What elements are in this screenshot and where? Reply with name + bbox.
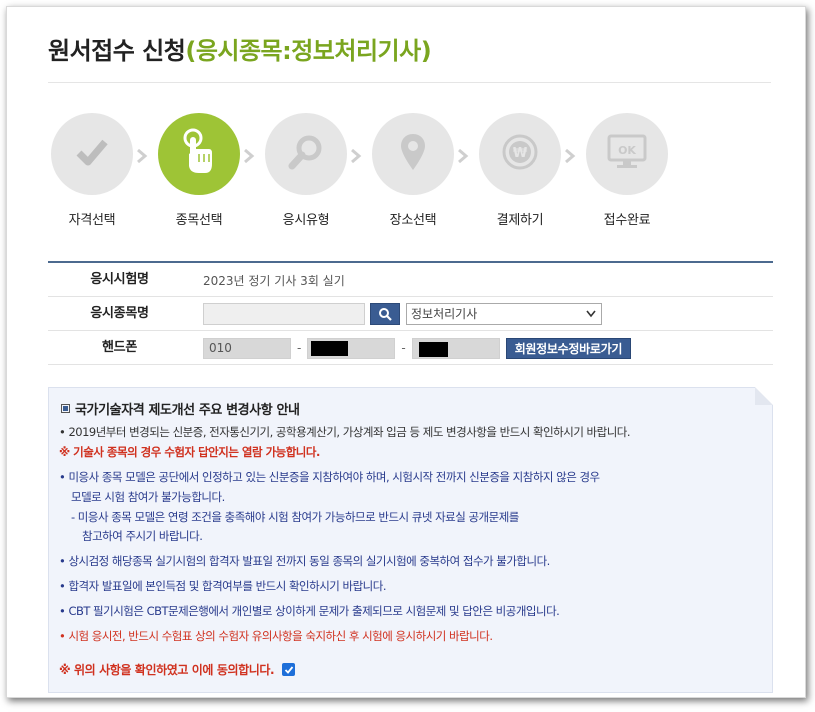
step-label: 자격선택 [68, 213, 116, 228]
step-location: 장소선택 [368, 113, 458, 233]
edit-member-info-button[interactable]: 회원정보수정바로가기 [505, 337, 632, 359]
page-title-main: 원서접수 신청 [48, 37, 186, 65]
form-row-phone: 핸드폰 010 - - 회원정보수정바로가기 [48, 331, 773, 365]
subject-label: 응시종목명 [90, 306, 149, 321]
subject-search-input[interactable] [203, 303, 365, 325]
application-window: 원서접수 신청(응시종목:정보처리기사) 자격선택 종목선택 응시유형 장소선택… [6, 6, 806, 698]
notice-line: • CBT 필기시험은 CBT문제은행에서 개인별로 상이하게 문제가 출제되므… [59, 604, 560, 618]
subject-select[interactable]: 정보처리기사 [406, 303, 602, 325]
subject-search-button[interactable] [370, 303, 400, 325]
step-label: 접수완료 [603, 213, 651, 228]
check-icon [74, 134, 110, 174]
notice-box: 국가기술자격 제도개선 주요 변경사항 안내 • 2019년부터 변경되는 신분… [48, 387, 773, 693]
application-form: 응시시험명 2023년 정기 기사 3회 실기 응시종목명 정보처리기사 핸드폰… [48, 261, 773, 365]
step-complete: OK 접수완료 [582, 113, 672, 233]
exam-name-label: 응시시험명 [90, 272, 149, 287]
chevron-right-icon [458, 149, 469, 163]
step-circle [372, 113, 454, 195]
chevron-right-icon [137, 149, 148, 163]
monitor-ok-icon: OK [605, 133, 649, 175]
step-circle: ₩ [479, 113, 561, 195]
phone-separator: - [401, 341, 406, 355]
phone-separator: - [297, 341, 302, 355]
svg-text:₩: ₩ [513, 146, 528, 161]
page-fold-corner [755, 387, 773, 405]
chevron-right-icon [351, 149, 362, 163]
form-row-subject: 응시종목명 정보처리기사 [48, 297, 773, 331]
won-coin-icon: ₩ [500, 132, 540, 176]
subject-selected-value: 정보처리기사 [411, 307, 478, 321]
notice-line: • 합격자 발표일에 본인득점 및 합격여부를 반드시 확인하시기 바랍니다. [59, 579, 387, 593]
svg-text:OK: OK [618, 144, 636, 157]
agree-checkbox[interactable] [282, 663, 296, 676]
checkmark-icon [284, 665, 293, 674]
step-label: 종목선택 [175, 213, 223, 228]
notice-line: • 상시검정 해당종목 실기시험의 합격자 발표일 전까지 동일 종목의 실기시… [59, 554, 550, 568]
step-qualification: 자격선택 [47, 113, 137, 233]
step-circle [158, 113, 240, 195]
page-title: 원서접수 신청(응시종목:정보처리기사) [48, 31, 432, 66]
redaction-block [311, 340, 349, 356]
notice-title-text: 국가기술자격 제도개선 주요 변경사항 안내 [75, 403, 300, 418]
exam-name-value: 2023년 정기 기사 3회 실기 [203, 273, 345, 288]
notice-line: • 2019년부터 변경되는 신분증, 전자통신기기, 공학용계산기, 가상계좌… [59, 425, 631, 439]
step-circle [265, 113, 347, 195]
progress-steps: 자격선택 종목선택 응시유형 장소선택 ₩ 결제하기 OK 접수완료 [47, 113, 747, 233]
phone-label: 핸드폰 [102, 340, 137, 355]
map-pin-icon [398, 132, 428, 176]
step-label: 결제하기 [496, 213, 544, 228]
pointer-hand-icon [179, 128, 219, 180]
step-payment: ₩ 결제하기 [475, 113, 565, 233]
form-row-exam-name: 응시시험명 2023년 정기 기사 3회 실기 [48, 263, 773, 297]
step-label: 장소선택 [389, 213, 437, 228]
step-circle [51, 113, 133, 195]
magnifier-icon [286, 132, 326, 176]
phone-controls: 010 - - 회원정보수정바로가기 [203, 331, 632, 365]
phone-part2-input[interactable] [307, 337, 396, 359]
subject-controls: 정보처리기사 [203, 297, 602, 331]
notice-line: ※ 기술사 종목의 경우 수험자 답안지는 열람 가능합니다. [59, 445, 320, 459]
step-label: 응시유형 [282, 213, 330, 228]
phone-part3-input[interactable] [411, 337, 500, 359]
redaction-block [418, 341, 448, 357]
page-title-subject: (응시종목:정보처리기사) [185, 37, 432, 65]
step-exam-type: 응시유형 [261, 113, 351, 233]
title-divider [48, 82, 771, 83]
step-circle: OK [586, 113, 668, 195]
chevron-right-icon [244, 149, 255, 163]
notice-line: 참고하여 주시기 바랍니다. [82, 529, 203, 543]
agree-text: ※ 위의 사항을 확인하였고 이에 동의합니다. [59, 663, 275, 677]
search-icon [379, 308, 392, 321]
notice-line: - 미응사 종목 모델은 연령 조건을 충족해야 시험 참여가 가능하므로 반드… [71, 510, 519, 524]
notice-line: 모델로 시험 참여가 불가능합니다. [71, 490, 225, 504]
bullet-square-icon [61, 404, 70, 413]
agree-row: ※ 위의 사항을 확인하였고 이에 동의합니다. [59, 661, 296, 678]
notice-title: 국가기술자격 제도개선 주요 변경사항 안내 [61, 399, 300, 418]
notice-line: • 시험 응시전, 반드시 수험표 상의 수험자 유의사항을 숙지하신 후 시험… [59, 629, 493, 643]
chevron-right-icon [565, 149, 576, 163]
notice-line: • 미응사 종목 모델은 공단에서 인정하고 있는 신분증을 지참하여야 하며,… [59, 470, 600, 484]
step-subject: 종목선택 [154, 113, 244, 233]
phone-part1-input[interactable]: 010 [203, 337, 291, 359]
chevron-down-icon [586, 310, 596, 318]
